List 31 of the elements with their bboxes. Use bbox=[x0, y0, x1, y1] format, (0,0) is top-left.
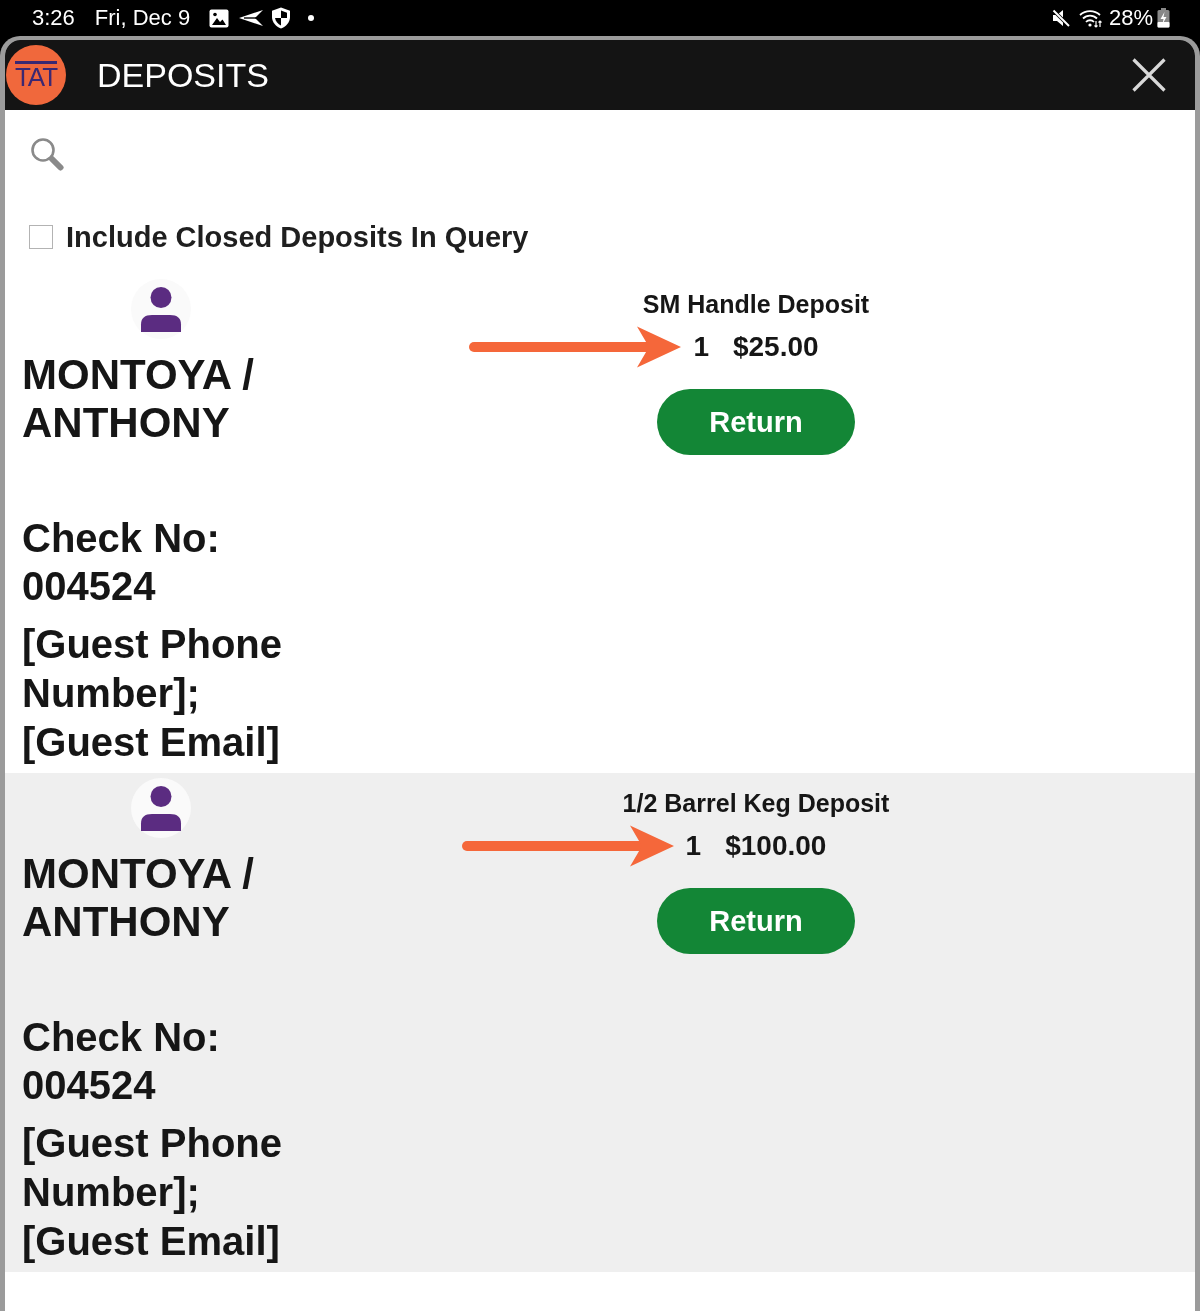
close-icon[interactable] bbox=[1132, 58, 1166, 92]
search-icon[interactable] bbox=[30, 137, 64, 171]
wifi-icon bbox=[1078, 8, 1103, 28]
window-title: DEPOSITS bbox=[97, 55, 270, 95]
shield-icon bbox=[271, 7, 292, 29]
checkbox[interactable] bbox=[29, 225, 53, 249]
guest-name: MONTOYA / ANTHONY bbox=[22, 850, 255, 946]
deposit-item-name: SM Handle Deposit bbox=[642, 289, 870, 319]
check-number: Check No: 004524 bbox=[22, 1014, 221, 1109]
checkbox-label[interactable]: Include Closed Deposits In Query bbox=[66, 220, 529, 254]
status-date: Fri, Dec 9 bbox=[94, 5, 191, 31]
battery-icon bbox=[1157, 8, 1170, 28]
deposit-quantity: 1 bbox=[685, 829, 702, 863]
battery-percent: 28% bbox=[1108, 5, 1153, 31]
deposit-quantity: 1 bbox=[693, 330, 709, 364]
guest-contact: [Guest Phone Number]; [Guest Email] bbox=[22, 621, 284, 766]
check-number: Check No: 004524 bbox=[22, 515, 221, 610]
return-button[interactable]: Return bbox=[657, 888, 855, 954]
guest-contact: [Guest Phone Number]; [Guest Email] bbox=[22, 1120, 284, 1265]
send-icon bbox=[239, 9, 264, 27]
status-time: 3:26 bbox=[32, 5, 75, 31]
image-icon bbox=[209, 8, 230, 28]
mute-icon bbox=[1050, 8, 1071, 28]
return-button[interactable]: Return bbox=[657, 389, 855, 455]
dot-icon bbox=[308, 15, 315, 21]
app-logo: TAT bbox=[6, 45, 66, 105]
deposit-item-name: 1/2 Barrel Keg Deposit bbox=[622, 788, 890, 818]
guest-name: MONTOYA / ANTHONY bbox=[22, 351, 255, 447]
deposit-amount: $25.00 bbox=[732, 330, 819, 364]
person-avatar-icon bbox=[131, 778, 191, 838]
deposit-amount: $100.00 bbox=[725, 829, 827, 863]
